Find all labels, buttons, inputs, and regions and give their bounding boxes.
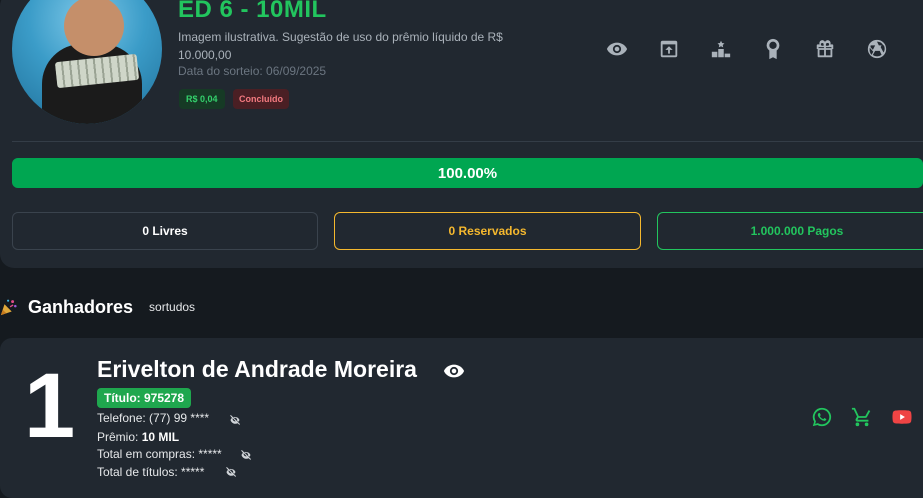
progress-label: 100.00%: [437, 165, 498, 182]
podium-icon: [711, 40, 731, 58]
gift-button[interactable]: [814, 38, 836, 60]
award-button[interactable]: [762, 38, 784, 60]
free-tickets-button[interactable]: 0 Livres: [12, 212, 318, 250]
whatsapp-button[interactable]: [811, 406, 833, 428]
view-winner-button[interactable]: [443, 360, 465, 382]
winner-prize: Prêmio: 10 MIL: [97, 430, 179, 444]
eye-icon: [443, 364, 465, 378]
winner-total-purchases: Total em compras: *****: [97, 447, 222, 461]
winners-header: Ganhadores sortudos: [0, 294, 195, 320]
share-button[interactable]: [658, 38, 680, 60]
globe-button[interactable]: [866, 38, 888, 60]
reveal-tickets-button[interactable]: [225, 465, 237, 477]
eye-off-icon: [241, 449, 252, 460]
prize-label: Prêmio:: [97, 430, 139, 444]
paid-tickets-button[interactable]: 1.000.000 Pagos: [657, 212, 923, 250]
youtube-icon: [892, 410, 912, 424]
winner-rank: 1: [24, 355, 76, 457]
prize-value: 10 MIL: [141, 430, 180, 444]
view-button[interactable]: [606, 38, 628, 60]
whatsapp-icon: [812, 407, 832, 427]
winner-ticket-badge: Título: 975278: [97, 388, 192, 408]
eye-off-icon: [226, 466, 237, 477]
reserved-tickets-button[interactable]: 0 Reservados: [334, 212, 641, 250]
status-badge: Concluído: [233, 89, 289, 109]
award-icon: [766, 38, 780, 60]
youtube-button[interactable]: [891, 406, 913, 428]
reveal-purchases-button[interactable]: [240, 448, 252, 460]
globe-icon: [867, 39, 887, 59]
ranking-button[interactable]: [710, 38, 732, 60]
eye-off-icon: [230, 414, 241, 425]
winner-name: Erivelton de Andrade Moreira: [97, 356, 417, 382]
raffle-actions: [606, 38, 918, 60]
cart-icon: [851, 407, 871, 427]
party-popper-icon: [0, 297, 18, 317]
share-icon: [660, 40, 678, 58]
winners-subtitle: sortudos: [149, 300, 196, 314]
progress-bar: 100.00%: [12, 158, 923, 188]
reveal-phone-button[interactable]: [229, 413, 241, 425]
cart-button[interactable]: [851, 406, 873, 428]
winners-title: Ganhadores: [28, 296, 134, 317]
divider: [12, 141, 923, 142]
raffle-title: ED 6 - 10MIL: [178, 0, 327, 23]
winner-total-tickets: Total de títulos: *****: [97, 465, 205, 479]
winner-phone: Telefone: (77) 99 ****: [97, 411, 210, 425]
draw-date: Data do sorteio: 06/09/2025: [178, 64, 327, 78]
price-badge: R$ 0,04: [179, 89, 225, 109]
raffle-description: Imagem ilustrativa. Sugestão de uso do p…: [178, 30, 503, 62]
eye-icon: [606, 42, 628, 56]
gift-icon: [816, 40, 834, 58]
